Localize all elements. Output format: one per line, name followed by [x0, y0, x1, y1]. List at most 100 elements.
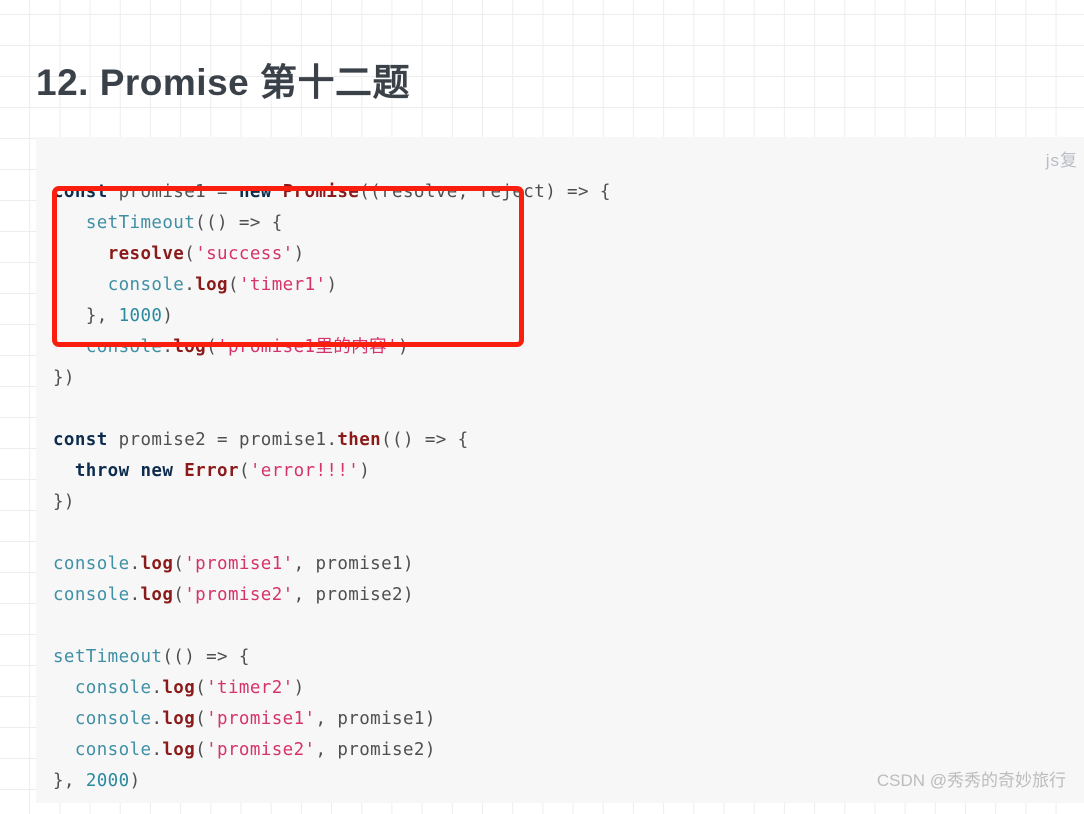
page-title: 12. Promise 第十二题: [36, 61, 411, 103]
token-paren: ): [129, 770, 141, 791]
code-line: }, 1000): [53, 301, 611, 332]
token-method-then: then: [337, 429, 382, 450]
token-var-promise1: promise1: [315, 553, 403, 574]
token-method-log: log: [162, 739, 196, 760]
token-var-promise2: promise2: [118, 429, 207, 450]
token-var-promise1: promise1: [118, 181, 207, 202]
token-paren: (: [173, 553, 185, 574]
token-brace: },: [85, 305, 119, 326]
token-object-console: console: [53, 584, 130, 605]
token-dot: .: [151, 739, 163, 760]
token-method-log: log: [140, 584, 174, 605]
token-arrow: ) => {: [545, 181, 611, 202]
token-string-promise2: 'promise2': [206, 739, 316, 760]
token-method-log: log: [173, 336, 207, 357]
token-dot: .: [151, 708, 163, 729]
code-line: console.log('promise1', promise1): [53, 549, 611, 580]
token-string-timer1: 'timer1': [238, 274, 327, 295]
code-line: }, 2000): [53, 766, 611, 797]
code-line: console.log('timer1'): [53, 270, 611, 301]
token-method-log: log: [195, 274, 228, 295]
token-paren: (: [195, 708, 207, 729]
token-global-settimeout: setTimeout: [53, 646, 163, 667]
token-dot: .: [326, 429, 338, 450]
token-paren: (: [195, 739, 207, 760]
token-paren: ((: [359, 181, 382, 202]
token-paren: ): [293, 243, 305, 264]
token-string-promise1: 'promise1': [206, 708, 316, 729]
token-keyword-throw: throw: [74, 460, 130, 481]
token-number-2000: 2000: [85, 770, 130, 791]
token-arrow: (() => {: [195, 212, 283, 233]
token-string-success: 'success': [195, 243, 294, 264]
token-string-promise2: 'promise2': [184, 584, 294, 605]
token-comma: ,: [293, 584, 316, 605]
token-object-console: console: [53, 553, 130, 574]
code-line: const promise1 = new Promise((resolve, r…: [53, 177, 611, 208]
token-comma: ,: [315, 739, 338, 760]
code-line: setTimeout(() => {: [53, 642, 611, 673]
token-object-console: console: [74, 677, 152, 698]
token-class-promise: Promise: [282, 181, 360, 202]
token-string-promise1: 'promise1': [184, 553, 294, 574]
code-block: js复 const promise1 = new Promise((resolv…: [36, 137, 1084, 803]
code-line: }): [53, 363, 611, 394]
token-brace: },: [53, 770, 86, 791]
token-arrow: (() => {: [162, 646, 250, 667]
code-line: const promise2 = promise1.then(() => {: [53, 425, 611, 456]
code-line: console.log('timer2'): [53, 673, 611, 704]
page-background: 12. Promise 第十二题 js复 const promise1 = ne…: [0, 0, 1084, 814]
token-object-console: console: [74, 739, 152, 760]
code-line: console.log('promise2', promise2): [53, 735, 611, 766]
code-line: throw new Error('error!!!'): [53, 456, 611, 487]
code-content[interactable]: const promise1 = new Promise((resolve, r…: [53, 177, 611, 797]
token-arrow: (() => {: [381, 429, 469, 450]
token-keyword-new: new: [140, 460, 174, 481]
token-close: }): [53, 491, 75, 512]
token-paren: ): [359, 460, 371, 481]
token-comma: ,: [315, 708, 338, 729]
token-paren: (: [195, 677, 207, 698]
token-param-resolve: resolve: [381, 181, 458, 202]
code-line: console.log('promise1里的内容'): [53, 332, 611, 363]
token-class-error: Error: [184, 460, 239, 481]
token-method-log: log: [162, 677, 196, 698]
token-keyword-new: new: [238, 181, 272, 202]
token-paren: ): [424, 708, 436, 729]
token-paren: (: [184, 243, 196, 264]
token-string-timer2: 'timer2': [206, 677, 294, 698]
token-paren: ): [402, 584, 414, 605]
token-paren: ): [162, 305, 174, 326]
token-paren: ): [293, 677, 305, 698]
token-paren: ): [402, 553, 414, 574]
token-string-chinese: 'promise1里的内容': [217, 336, 399, 357]
token-var-promise2: promise2: [337, 739, 425, 760]
token-dot: .: [129, 553, 141, 574]
token-string-error: 'error!!!': [249, 460, 360, 481]
token-var-promise1: promise1: [238, 429, 327, 450]
token-assign: =: [206, 181, 239, 202]
token-paren: (: [173, 584, 185, 605]
token-paren: ): [326, 274, 338, 295]
token-var-promise1: promise1: [337, 708, 425, 729]
token-paren: ): [398, 336, 409, 357]
csdn-watermark: CSDN @秀秀的奇妙旅行: [876, 771, 1066, 790]
code-language-tag[interactable]: js复: [1046, 146, 1078, 171]
token-object-console: console: [107, 274, 185, 295]
token-dot: .: [151, 677, 163, 698]
token-object-console: console: [85, 336, 163, 357]
token-method-log: log: [140, 553, 174, 574]
token-keyword-const: const: [53, 181, 108, 202]
token-comma: ,: [457, 181, 480, 202]
code-line: setTimeout(() => {: [53, 208, 611, 239]
token-global-settimeout: setTimeout: [85, 212, 196, 233]
token-dot: .: [184, 274, 196, 295]
token-paren: (: [206, 336, 218, 357]
